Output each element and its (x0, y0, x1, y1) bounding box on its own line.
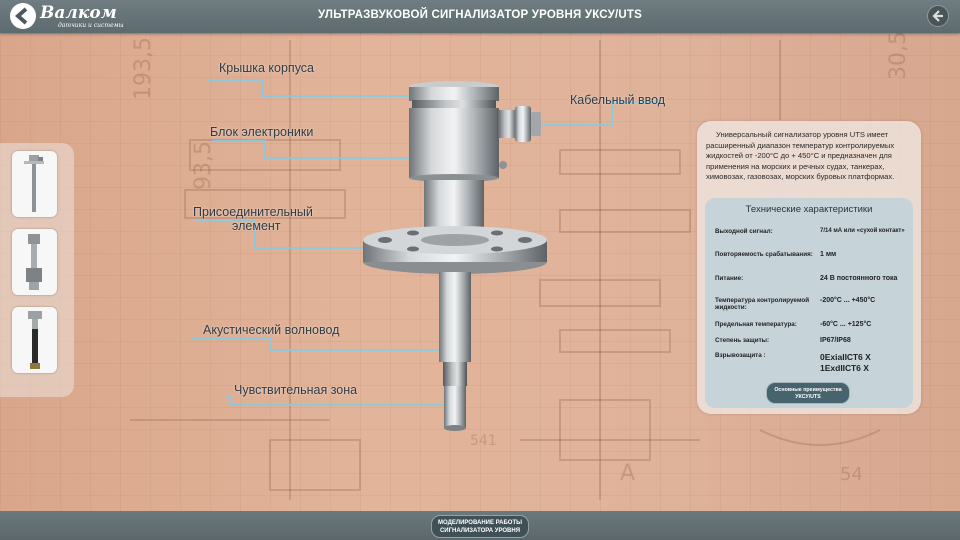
product-description: Универсальный сигнализатор уровня UTS им… (706, 130, 895, 181)
label-electronics: Блок электроники (210, 125, 314, 139)
info-panel: Универсальный сигнализатор уровня UTS им… (697, 121, 921, 414)
label-connector-line2: элемент (232, 219, 281, 233)
spec-title: Технические характеристики (745, 204, 873, 215)
label-cover: Крышка корпуса (219, 61, 315, 75)
advantages-button[interactable]: Основные преимущества УКСУ/UTS (766, 382, 850, 404)
label-connector-line1: Присоединительный (193, 205, 313, 219)
simulate-operation-button[interactable]: МОДЕЛИРОВАНИЕ РАБОТЫ СИГНАЛИЗАТОРА УРОВН… (431, 515, 529, 538)
label-sensitive-zone: Чувствительная зона (234, 383, 358, 397)
specifications-box: Технические характеристики Выходной сигн… (705, 198, 913, 408)
label-waveguide: Акустический волновод (203, 323, 340, 337)
label-cable-entry: Кабельный ввод (570, 93, 666, 107)
